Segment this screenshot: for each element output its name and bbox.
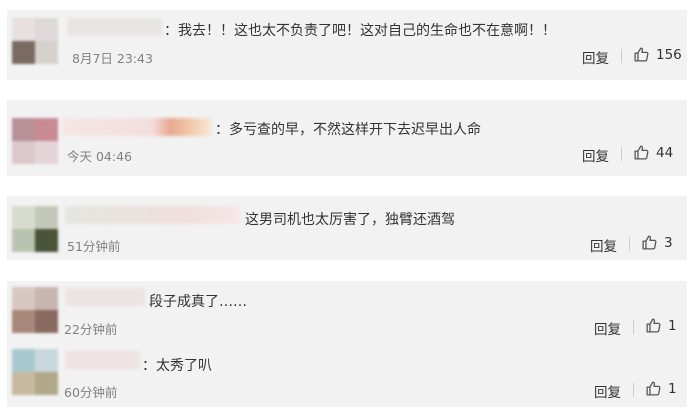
thumbs-up-icon xyxy=(634,47,649,62)
thumbs-up-icon xyxy=(646,381,661,396)
comment-text: ：我去！！这也太不负责了吧！这对自己的生命也不在意啊！！ xyxy=(164,23,556,39)
reply-button[interactable]: 回复 xyxy=(582,145,609,165)
username-redacted[interactable] xyxy=(62,118,212,136)
reply-button[interactable]: 回复 xyxy=(594,318,621,338)
avatar[interactable] xyxy=(12,206,58,252)
comment-card: ：多亏查的早，不然这样开下去迟早出人命 今天 04:46 回复 44 xyxy=(7,100,687,176)
thumbs-up-icon xyxy=(634,145,649,160)
comment-text: 这男司机也太厉害了，独臂还酒驾 xyxy=(245,212,455,228)
username-redacted[interactable] xyxy=(65,351,140,369)
reply-button[interactable]: 回复 xyxy=(582,47,609,67)
reply-button[interactable]: 回复 xyxy=(594,381,621,401)
username-redacted[interactable] xyxy=(65,206,240,224)
like-count: 44 xyxy=(656,144,674,161)
like-button[interactable]: 3 xyxy=(641,234,673,251)
divider xyxy=(629,237,630,251)
like-button[interactable]: 156 xyxy=(633,46,682,63)
comment-card: ：我去！！这也太不负责了吧！这对自己的生命也不在意啊！！ 8月7日 23:43 … xyxy=(7,10,687,80)
divider xyxy=(633,320,634,334)
thumbs-up-icon xyxy=(642,235,657,250)
like-count: 156 xyxy=(656,46,682,63)
avatar[interactable] xyxy=(12,18,58,64)
username-redacted[interactable] xyxy=(67,18,162,36)
avatar[interactable] xyxy=(12,287,58,333)
comment-timestamp: 51分钟前 xyxy=(67,239,121,254)
avatar[interactable] xyxy=(12,349,58,395)
comment-card: 这男司机也太厉害了，独臂还酒驾 51分钟前 回复 3 xyxy=(7,196,687,260)
like-count: 3 xyxy=(664,234,673,251)
avatar[interactable] xyxy=(12,118,58,164)
like-button[interactable]: 1 xyxy=(645,380,677,397)
comment-text: 段子成真了…… xyxy=(149,294,247,310)
divider xyxy=(621,49,622,63)
like-button[interactable]: 1 xyxy=(645,317,677,334)
like-count: 1 xyxy=(668,317,677,334)
comment-card: 段子成真了…… 22分钟前 回复 1 ：太秀了叭 60分钟前 回复 1 xyxy=(7,281,687,407)
comment-timestamp: 22分钟前 xyxy=(64,322,118,337)
thumbs-up-icon xyxy=(646,318,661,333)
comment-text: ：多亏查的早，不然这样开下去迟早出人命 xyxy=(215,122,481,138)
comment-timestamp: 今天 04:46 xyxy=(67,149,132,164)
like-button[interactable]: 44 xyxy=(633,144,673,161)
username-redacted[interactable] xyxy=(65,288,145,306)
divider xyxy=(633,383,634,397)
comment-timestamp: 60分钟前 xyxy=(64,385,118,400)
comment-text: ：太秀了叭 xyxy=(142,358,212,374)
comment-timestamp: 8月7日 23:43 xyxy=(72,51,153,66)
like-count: 1 xyxy=(668,380,677,397)
divider xyxy=(621,147,622,161)
reply-button[interactable]: 回复 xyxy=(590,235,617,255)
